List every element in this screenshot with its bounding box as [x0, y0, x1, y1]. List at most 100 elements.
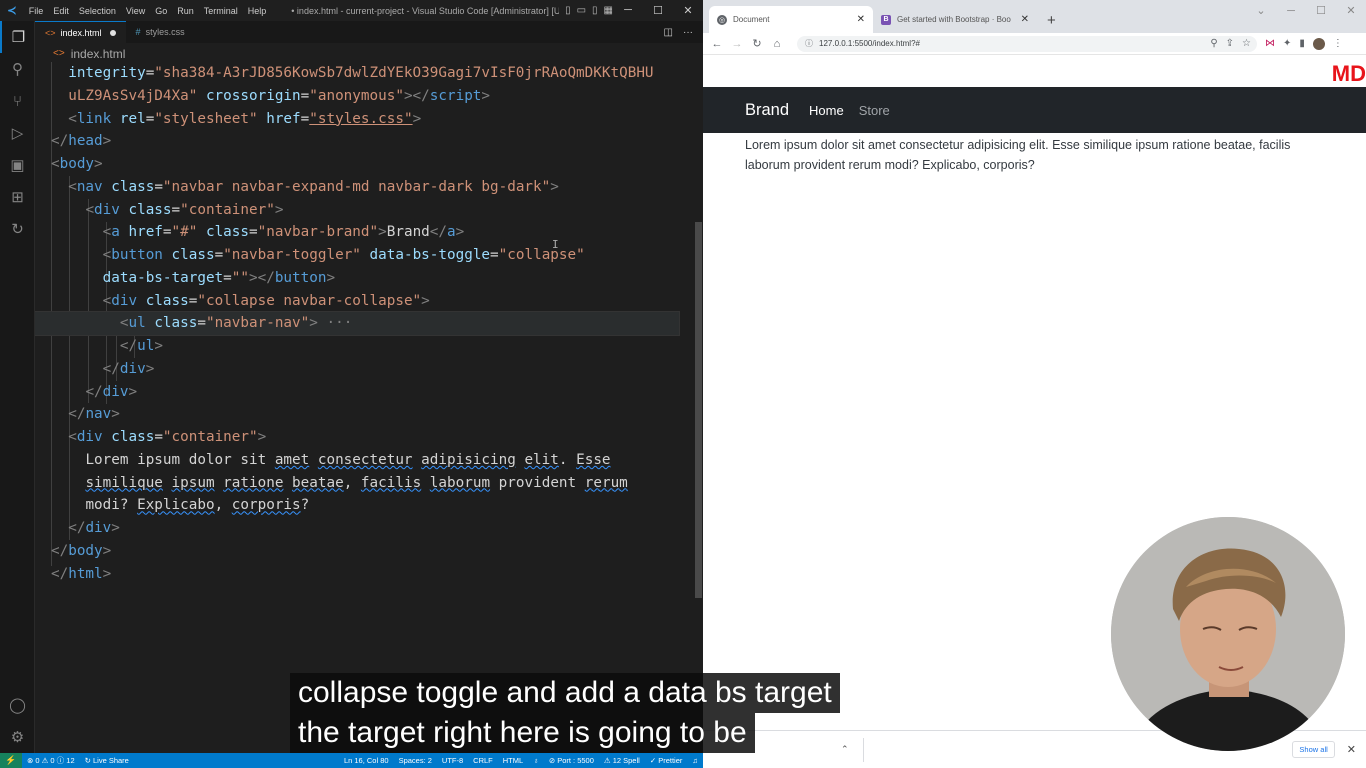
menu-file[interactable]: File	[24, 6, 49, 16]
globe-icon: ◎	[717, 14, 727, 25]
encoding-status[interactable]: UTF-8	[437, 756, 468, 765]
code-editor[interactable]: › integrity="sha384-A3rJD856KowSb7dwlZdY…	[35, 62, 695, 752]
vscode-titlebar: ≺ File Edit Selection View Go Run Termin…	[0, 0, 703, 21]
nav-link-store[interactable]: Store	[859, 103, 890, 118]
tab-index-html[interactable]: <> index.html	[35, 21, 126, 43]
close-icon[interactable]: ✕	[673, 4, 703, 17]
tab-styles-css[interactable]: # styles.css	[126, 21, 195, 43]
activity-bar: ❐ ⚲ ⑂ ▷ ▣ ⊞ ↻ ◯ ⚙	[0, 21, 35, 753]
eol-status[interactable]: CRLF	[468, 756, 498, 765]
side-panel-icon[interactable]: ▮	[1299, 38, 1305, 49]
profile-avatar[interactable]	[1312, 37, 1325, 50]
menu-help[interactable]: Help	[243, 6, 272, 16]
subtitle-line-2: the target right here is going to be	[290, 713, 755, 753]
customize-layout-icon[interactable]: ▦	[604, 5, 613, 16]
live-share-status[interactable]: ↻ Live Share	[80, 756, 134, 765]
code-line: similique ipsum ratione beatae, facilis …	[85, 474, 628, 491]
menu-run[interactable]: Run	[172, 6, 199, 16]
nav-link-home[interactable]: Home	[809, 103, 844, 118]
layout-controls: ▯ ▭ ▯ ▦	[565, 5, 613, 16]
extension-icon[interactable]: ⋈	[1265, 38, 1275, 49]
chevron-up-icon[interactable]: ⌃	[841, 744, 849, 755]
account-icon[interactable]: ◯	[0, 689, 35, 721]
manage-gear-icon[interactable]: ⚙	[0, 721, 35, 753]
reload-icon[interactable]: ↻	[747, 37, 767, 50]
code-line: integrity="sha384-A3rJD856KowSb7dwlZdYEk…	[68, 65, 654, 81]
zoom-icon[interactable]: ⚲	[1210, 38, 1217, 49]
subtitle-line-1: collapse toggle and add a data bs target	[290, 673, 840, 713]
cursor-position-status[interactable]: Ln 16, Col 80	[339, 756, 394, 765]
new-tab-icon[interactable]: +	[1047, 12, 1056, 33]
problems-status[interactable]: ⊗ 0 ⚠ 0 ⓘ 12	[22, 755, 80, 766]
code-line: data-bs-target=""></button>	[102, 269, 336, 286]
notifications-bell-icon[interactable]: ♫	[687, 756, 703, 765]
show-all-downloads-button[interactable]: Show all	[1292, 741, 1335, 758]
menu-go[interactable]: Go	[150, 6, 172, 16]
language-settings-icon[interactable]: ♁	[528, 756, 544, 765]
browser-menu-icon[interactable]: ⋮	[1333, 38, 1343, 49]
code-line: modi? Explicabo, corporis?	[85, 497, 310, 514]
editor-scrollbar[interactable]	[694, 62, 703, 752]
live-server-port-status[interactable]: ⊘ Port : 5500	[544, 756, 599, 765]
forward-arrow-icon[interactable]: →	[727, 38, 747, 50]
spell-label: 12 Spell	[612, 756, 640, 765]
prettier-label: Prettier	[658, 756, 683, 765]
breadcrumb-file[interactable]: index.html	[71, 47, 126, 61]
unsaved-dot-icon[interactable]	[109, 29, 116, 36]
toggle-sidebar-icon[interactable]: ▯	[565, 5, 571, 16]
back-arrow-icon[interactable]: ←	[707, 38, 727, 50]
bookmark-star-icon[interactable]: ☆	[1242, 38, 1251, 49]
code-line: </div>	[85, 383, 138, 400]
share-icon[interactable]: ⇪	[1226, 38, 1234, 49]
home-icon[interactable]: ⌂	[767, 38, 787, 50]
port-label: Port : 5500	[557, 756, 594, 765]
live-share-icon[interactable]: ↻	[0, 213, 35, 245]
address-bar[interactable]: ⓘ 127.0.0.1:5500/index.html?# ⚲ ⇪ ☆	[797, 35, 1257, 52]
maximize-icon[interactable]: ☐	[643, 4, 673, 17]
menu-selection[interactable]: Selection	[74, 6, 121, 16]
close-icon[interactable]: ✕	[1336, 0, 1366, 22]
search-icon[interactable]: ⚲	[0, 53, 35, 85]
code-line: <div class="container">	[68, 429, 267, 445]
code-line: </body>	[51, 542, 112, 559]
tab-search-icon[interactable]: ⌄	[1246, 0, 1276, 22]
live-share-icon: ↻	[84, 756, 93, 765]
browser-tab-bootstrap[interactable]: B Get started with Bootstrap · Boo ✕	[873, 6, 1037, 33]
minimize-icon[interactable]: ─	[1276, 0, 1306, 22]
code-line: Lorem ipsum dolor sit amet consectetur a…	[85, 451, 611, 468]
toggle-secondary-sidebar-icon[interactable]: ▯	[592, 5, 598, 16]
explorer-icon[interactable]: ❐	[0, 21, 35, 53]
status-bar-right: Ln 16, Col 80 Spaces: 2 UTF-8 CRLF HTML …	[339, 756, 703, 765]
close-download-bar-icon[interactable]: ✕	[1347, 743, 1356, 756]
scrollbar-thumb[interactable]	[695, 222, 702, 598]
remote-explorer-icon[interactable]: ▣	[0, 149, 35, 181]
navbar-brand-link[interactable]: Brand	[745, 101, 789, 120]
status-bar: ⚡ ⊗ 0 ⚠ 0 ⓘ 12 ↻ Live Share Ln 16, Col 8…	[0, 753, 703, 768]
broadcast-icon: ⊘	[548, 756, 558, 765]
menu-terminal[interactable]: Terminal	[199, 6, 243, 16]
more-actions-icon[interactable]: ···	[683, 27, 693, 38]
run-debug-icon[interactable]: ▷	[0, 117, 35, 149]
code-line: <div class="collapse navbar-collapse">	[102, 292, 430, 309]
code-line: </head>	[51, 133, 112, 150]
extensions-icon[interactable]: ⊞	[0, 181, 35, 213]
code-line: </nav>	[68, 406, 120, 423]
restore-icon[interactable]: ☐	[1306, 0, 1336, 22]
site-info-icon[interactable]: ⓘ	[805, 38, 813, 49]
remote-indicator-icon[interactable]: ⚡	[0, 753, 22, 768]
menu-edit[interactable]: Edit	[48, 6, 74, 16]
source-control-icon[interactable]: ⑂	[0, 85, 35, 117]
toggle-panel-icon[interactable]: ▭	[577, 5, 586, 16]
prettier-status[interactable]: ✓ Prettier	[645, 756, 688, 765]
minimize-icon[interactable]: ─	[613, 4, 643, 17]
indentation-status[interactable]: Spaces: 2	[394, 756, 437, 765]
spell-status[interactable]: ⚠ 12 Spell	[599, 756, 645, 765]
close-tab-icon[interactable]: ✕	[1021, 14, 1029, 25]
tab-label: styles.css	[145, 27, 185, 37]
split-editor-icon[interactable]: ◫	[664, 27, 673, 38]
language-status[interactable]: HTML	[498, 756, 528, 765]
extensions-puzzle-icon[interactable]: ✦	[1283, 38, 1291, 49]
menu-view[interactable]: View	[121, 6, 150, 16]
close-tab-icon[interactable]: ✕	[857, 14, 865, 25]
browser-tab-document[interactable]: ◎ Document ✕	[709, 6, 873, 33]
